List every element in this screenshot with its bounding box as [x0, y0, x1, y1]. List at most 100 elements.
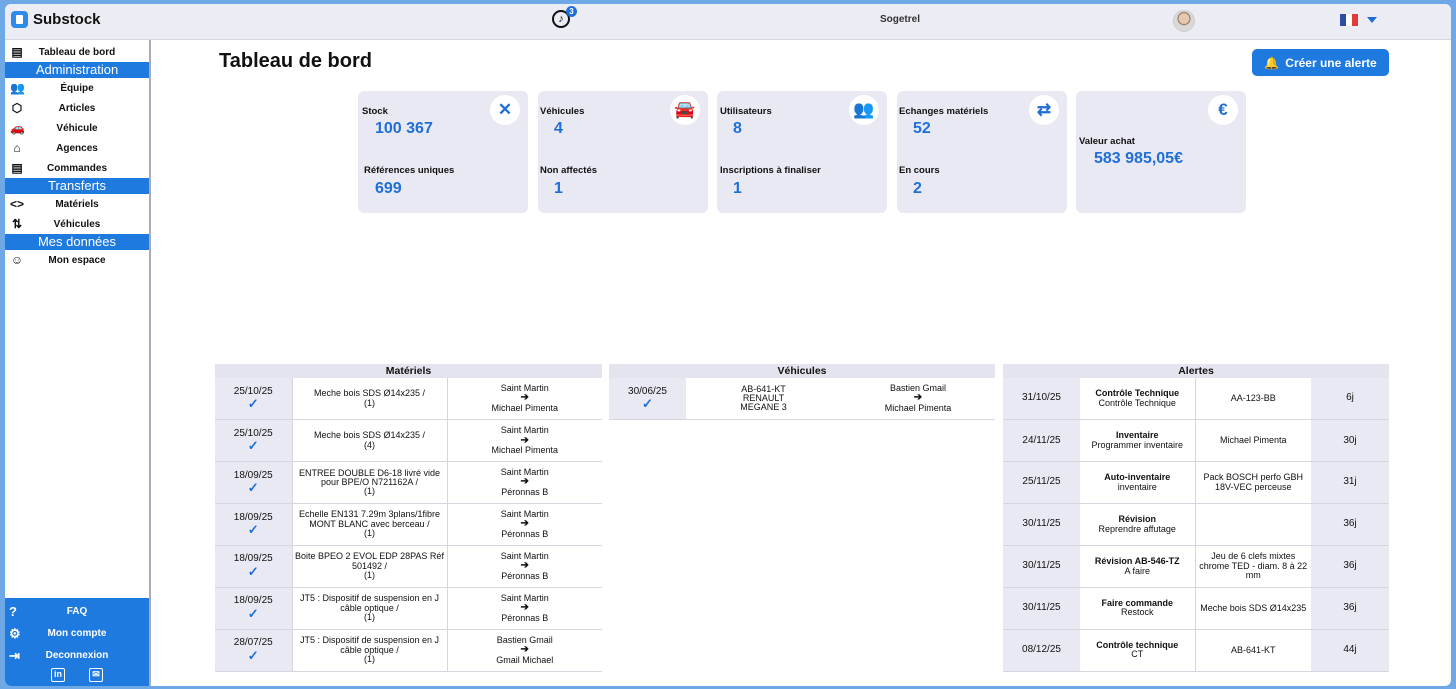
sidebar-item-commandes[interactable]: ▤ Commandes: [5, 158, 149, 178]
sidebar-item-vehicule[interactable]: 🚗 Véhicule: [5, 118, 149, 138]
faq-link[interactable]: ? FAQ: [5, 600, 149, 622]
alert-type-cell: Inventaire Programmer inventaire: [1080, 419, 1195, 463]
alert-delay: 36j: [1311, 545, 1389, 588]
transfer-cell: Bastien Gmail ➔ Gmail Michael: [446, 629, 602, 672]
check-icon: ✓: [247, 563, 259, 579]
table-row[interactable]: 24/11/25 Inventaire Programmer inventaire M…: [1003, 419, 1389, 463]
table-row[interactable]: 18/09/25 ✓ Boite BPEO 2 EVOL EDP 28PAS Réf…: [215, 545, 602, 588]
materiels-table: Matériels 25/10/25 ✓ Meche bois SDS Ø14x23…: [215, 364, 602, 672]
item-qty: (1): [364, 654, 375, 664]
table-row[interactable]: 08/12/25 Contrôle technique CT AB-641-KT 44j: [1003, 629, 1389, 672]
table-row[interactable]: 18/09/25 ✓ ENTREE DOUBLE D6-18 livré vide …: [215, 461, 602, 505]
sidebar-item-articles[interactable]: ⬡ Articles: [5, 98, 149, 118]
account-link[interactable]: ⚙ Mon compte: [5, 622, 149, 644]
vehicle-transfer-icon: ⇅: [11, 217, 23, 231]
faq-label: FAQ: [66, 605, 88, 617]
date-cell: 18/09/25 ✓: [215, 545, 292, 588]
alert-target: AA-123-BB: [1194, 378, 1311, 421]
date-cell: 28/07/25 ✓: [215, 629, 292, 672]
bell-plus-icon: 🔔: [1264, 55, 1280, 70]
logout-link[interactable]: ⇥ Deconnexion: [5, 644, 149, 666]
logout-label: Deconnexion: [45, 649, 109, 661]
item-name: ENTREE DOUBLE D6-18 livré vide pour BPE/…: [298, 467, 441, 487]
item-cell: JT5 : Dispositif de suspension en J câbl…: [291, 587, 447, 630]
notification-count: 3: [566, 6, 577, 17]
alert-type-cell: Révision Reprendre affutage: [1080, 503, 1195, 547]
clipboard-icon: ▤: [11, 45, 23, 59]
item-name: Echelle EN131 7.29m 3plans/1fibre MONT B…: [298, 509, 441, 529]
date-cell: 31/10/25: [1003, 378, 1080, 421]
card-label: En cours: [899, 165, 940, 176]
card-label: Inscriptions à finaliser: [720, 165, 821, 176]
alert-type-cell: Contrôle technique CT: [1080, 629, 1195, 672]
date-cell: 18/09/25 ✓: [215, 461, 292, 505]
sidebar-item-agences[interactable]: ⌂ Agences: [5, 138, 149, 158]
table-row[interactable]: 30/11/25 Faire commande Restock Meche bois …: [1003, 587, 1389, 630]
card-label: Echanges matériels: [899, 106, 989, 117]
card-label: Valeur achat: [1079, 136, 1135, 147]
home-icon: ⌂: [13, 141, 21, 155]
sidebar-item-vehicules[interactable]: ⇅ Véhicules: [5, 214, 149, 234]
linkedin-icon[interactable]: in: [51, 668, 65, 682]
app-logo[interactable]: Substock: [11, 11, 101, 28]
sidebar-item-label: Équipe: [60, 82, 94, 94]
purchase-value-card[interactable]: Valeur achat 583 985,05€ €: [1076, 91, 1246, 213]
user-avatar[interactable]: [1173, 10, 1195, 32]
sidebar-item-equipe[interactable]: 👥 Équipe: [5, 78, 149, 98]
table-row[interactable]: 25/10/25 ✓ Meche bois SDS Ø14x235 /(1) Sain…: [215, 378, 602, 421]
sidebar-item-materiels[interactable]: <> Matériels: [5, 194, 149, 214]
mail-icon[interactable]: ✉: [89, 668, 103, 682]
profile-icon: ☺: [10, 253, 24, 267]
item-qty: (1): [364, 486, 375, 497]
create-alert-button[interactable]: 🔔 Créer une alerte: [1252, 49, 1389, 76]
check-icon: ✓: [247, 480, 259, 496]
vehicules-table: Véhicules 30/06/25 ✓ AB-641-KT RENAULT MEGAN…: [609, 364, 995, 421]
date-cell: 24/11/25: [1003, 419, 1080, 463]
check-icon: ✓: [247, 522, 259, 538]
exchange-icon: ⇄: [1029, 95, 1059, 125]
sidebar-item-label: Véhicule: [56, 122, 98, 134]
card-value: 1: [554, 180, 563, 197]
transfer-to: Michael Pimenta: [884, 402, 952, 413]
check-icon: ✓: [247, 438, 259, 454]
transfer-cell: Saint Martin ➔ Péronnas B: [446, 461, 602, 505]
table-row[interactable]: 30/06/25 ✓ AB-641-KT RENAULT MEGANE 3 Bastien…: [609, 378, 995, 421]
table-row[interactable]: 18/09/25 ✓ JT5 : Dispositif de suspension …: [215, 587, 602, 630]
table-row[interactable]: 28/07/25 ✓ JT5 : Dispositif de suspension …: [215, 629, 602, 672]
table-row[interactable]: 25/11/25 Auto-inventaire inventaire Pack BO…: [1003, 461, 1389, 505]
sidebar-item-label: Commandes: [46, 162, 107, 174]
code-arrows-icon: <>: [10, 197, 25, 211]
logo-icon: [11, 11, 28, 28]
users-card[interactable]: Utilisateurs 8 Inscriptions à finaliser …: [717, 91, 887, 213]
card-label: Utilisateurs: [720, 106, 772, 117]
sidebar-footer: ? FAQ ⚙ Mon compte ⇥ Deconnexion in ✉: [5, 598, 149, 686]
vehicles-card[interactable]: Véhicules 4 Non affectés 1 🚘: [538, 91, 708, 213]
table-row[interactable]: 30/11/25 Révision Reprendre affutage 36j: [1003, 503, 1389, 547]
card-value: 583 985,05€: [1094, 150, 1183, 167]
exchanges-card[interactable]: Echanges matériels 52 En cours 2 ⇄: [897, 91, 1067, 213]
transfer-to: Péronnas B: [501, 612, 549, 623]
alert-target: [1194, 503, 1311, 547]
chevron-down-icon[interactable]: [1367, 17, 1377, 23]
card-label: Références uniques: [364, 165, 455, 176]
sidebar-item-dashboard[interactable]: ▤ Tableau de bord: [5, 42, 149, 62]
section-administration: Administration: [5, 62, 149, 78]
table-row[interactable]: 31/10/25 Contrôle Technique Contrôle Techn…: [1003, 378, 1389, 421]
sidebar-item-mon-espace[interactable]: ☺ Mon espace: [5, 250, 149, 270]
alert-delay: 30j: [1311, 419, 1389, 463]
bell-icon[interactable]: ♪ 3: [552, 6, 577, 28]
alert-subtype: Contrôle Technique: [1098, 397, 1176, 408]
french-flag-icon[interactable]: [1340, 14, 1358, 26]
box-icon: ⬡: [11, 101, 23, 115]
car-icon: 🚗: [10, 121, 25, 135]
table-row[interactable]: 18/09/25 ✓ Echelle EN131 7.29m 3plans/1fib…: [215, 503, 602, 547]
alert-subtype: A faire: [1124, 565, 1150, 576]
table-row[interactable]: 25/10/25 ✓ Meche bois SDS Ø14x235 /(4) Sain…: [215, 419, 602, 463]
item-cell: JT5 : Dispositif de suspension en J câbl…: [291, 629, 447, 672]
table-row[interactable]: 30/11/25 Révision AB-546-TZ A faire Jeu de …: [1003, 545, 1389, 588]
item-qty: (1): [364, 612, 375, 623]
gear-icon: ⚙: [9, 626, 21, 641]
stock-card[interactable]: Stock 100 367 Références uniques 699 ✕: [358, 91, 528, 213]
transfer-to: Gmail Michael: [496, 654, 554, 665]
card-value: 52: [913, 120, 931, 137]
